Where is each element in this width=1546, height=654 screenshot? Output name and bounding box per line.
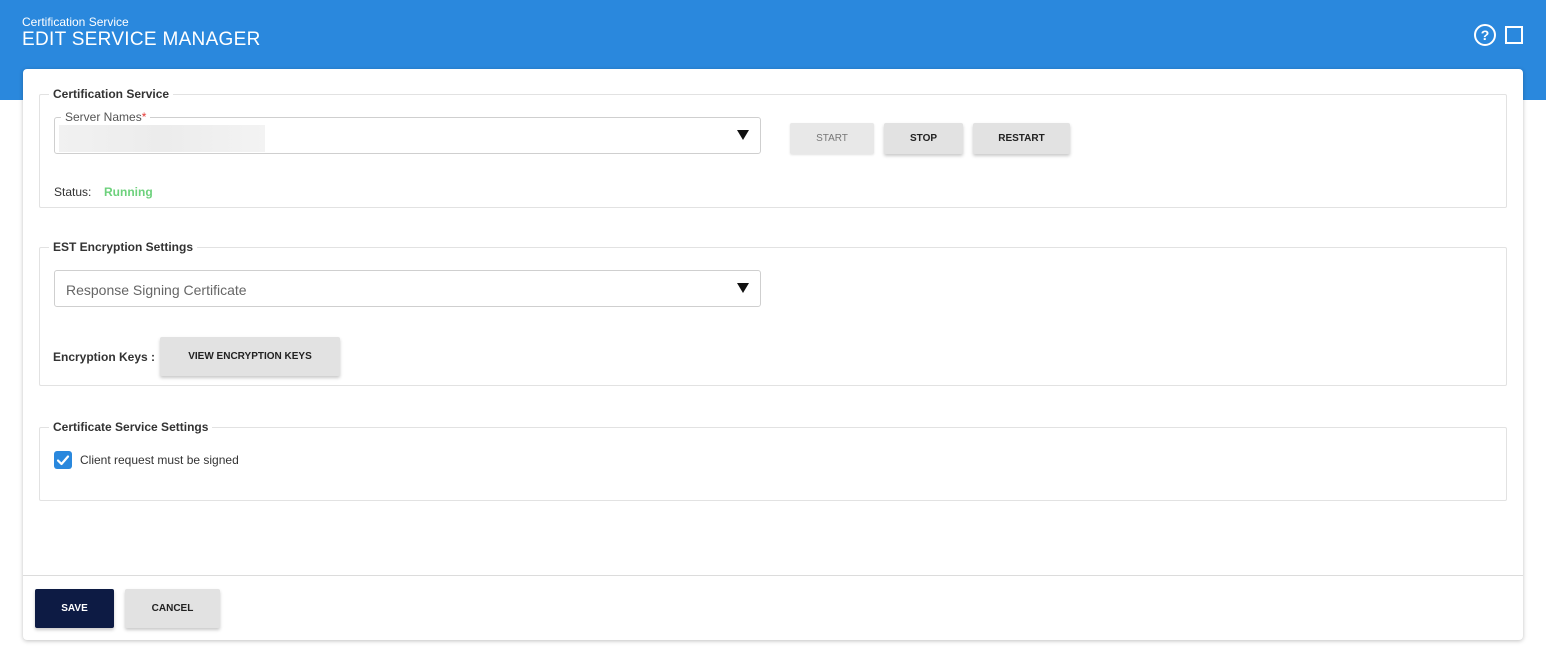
chevron-down-icon (737, 130, 749, 140)
required-marker: * (141, 110, 147, 124)
header-subtitle: Certification Service (22, 15, 129, 29)
server-names-select[interactable]: Server Names* (54, 110, 761, 154)
help-circle-icon[interactable]: ? (1474, 24, 1496, 46)
section-legend: Certification Service (53, 87, 170, 101)
restart-button[interactable]: RESTART (973, 123, 1070, 154)
certificate-service-settings-section: Certificate Service Settings (39, 420, 1507, 501)
chevron-down-icon (737, 283, 749, 293)
client-signed-label[interactable]: Client request must be signed (80, 453, 239, 467)
cancel-button[interactable]: CANCEL (125, 589, 220, 628)
stop-button[interactable]: STOP (884, 123, 963, 154)
signing-certificate-placeholder: Response Signing Certificate (66, 282, 247, 298)
section-legend: Certificate Service Settings (53, 420, 209, 434)
checkmark-icon (56, 455, 70, 466)
status-label: Status: (54, 185, 92, 199)
signing-certificate-select[interactable]: Response Signing Certificate (54, 270, 761, 307)
section-legend: EST Encryption Settings (53, 240, 194, 254)
page-title: EDIT SERVICE MANAGER (22, 29, 261, 50)
maximize-icon[interactable] (1505, 26, 1523, 44)
view-encryption-keys-button[interactable]: VIEW ENCRYPTION KEYS (160, 337, 340, 376)
edit-service-card: Certification Service Server Names* STAR… (23, 69, 1523, 640)
footer-divider (23, 575, 1523, 576)
save-button[interactable]: SAVE (35, 589, 114, 628)
redacted-server-name (59, 125, 265, 152)
start-button[interactable]: START (790, 123, 874, 154)
encryption-keys-label: Encryption Keys : (53, 350, 156, 364)
status-value: Running (104, 185, 153, 199)
client-signed-checkbox[interactable] (54, 451, 72, 469)
server-names-label: Server Names* (61, 110, 151, 124)
